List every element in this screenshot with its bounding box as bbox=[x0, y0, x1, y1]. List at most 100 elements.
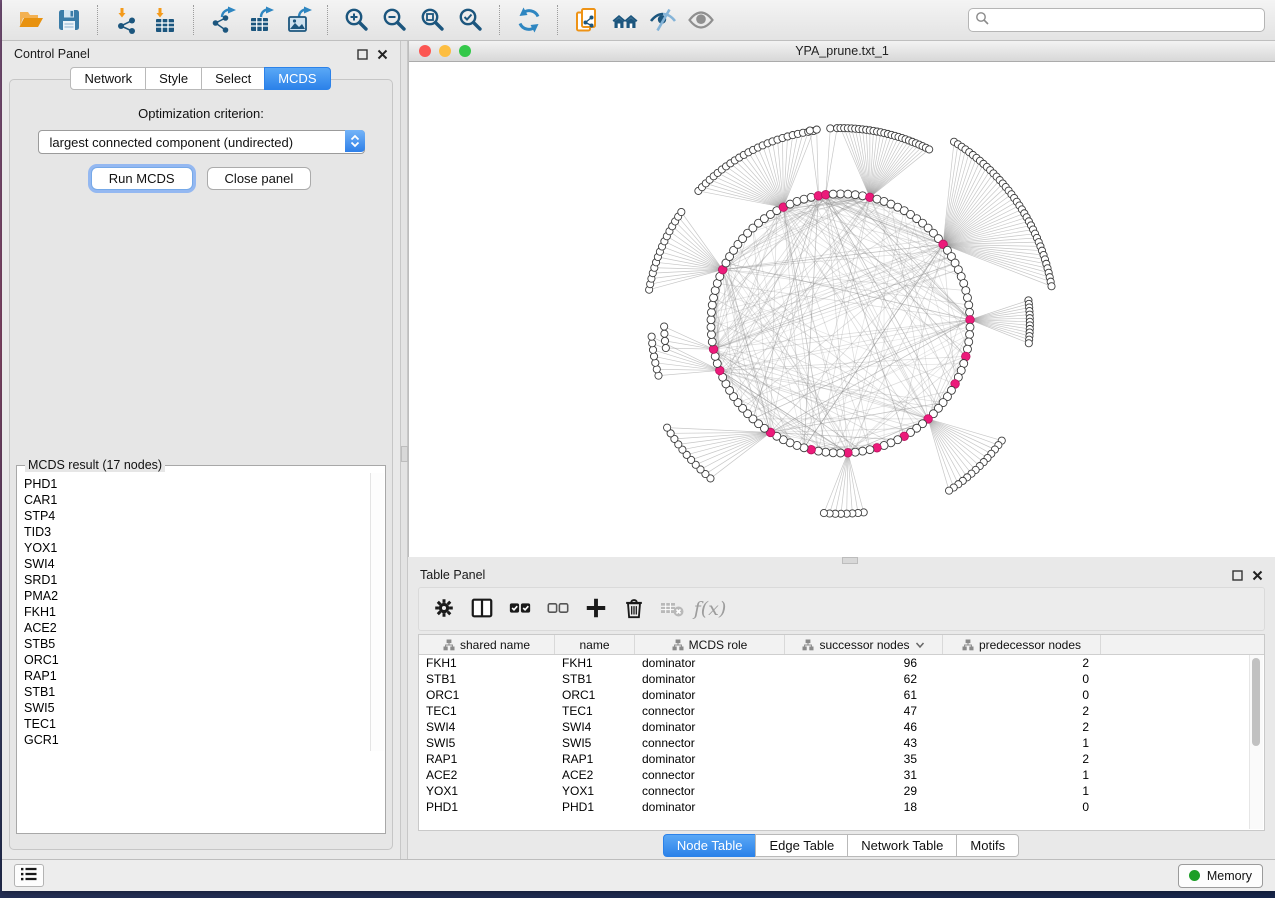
table-cell: 2 bbox=[943, 655, 1101, 671]
zoom-selected-button[interactable] bbox=[454, 4, 488, 36]
table-row[interactable]: SWI4SWI4dominator462 bbox=[419, 719, 1264, 735]
mcds-result-list: PHD1CAR1STP4TID3YOX1SWI4SRD1PMA2FKH1ACE2… bbox=[18, 473, 370, 751]
export-image-button[interactable] bbox=[282, 4, 316, 36]
table-cell: RAP1 bbox=[419, 751, 555, 767]
tab-network[interactable]: Network bbox=[70, 67, 146, 90]
add-row-button[interactable] bbox=[581, 594, 611, 624]
mcds-result-item[interactable]: PMA2 bbox=[24, 588, 364, 604]
table-row[interactable]: RAP1RAP1dominator352 bbox=[419, 751, 1264, 767]
mcds-result-item[interactable]: RAP1 bbox=[24, 668, 364, 684]
memory-label: Memory bbox=[1207, 869, 1252, 883]
window-minimize-button[interactable] bbox=[439, 45, 451, 57]
mcds-result-item[interactable]: TID3 bbox=[24, 524, 364, 540]
delete-rows-button[interactable] bbox=[619, 594, 649, 624]
float-panel-button[interactable] bbox=[357, 49, 368, 60]
table-cell: 31 bbox=[785, 767, 943, 783]
splitter-grip[interactable] bbox=[842, 557, 858, 564]
mcds-result-item[interactable]: FKH1 bbox=[24, 604, 364, 620]
mcds-result-item[interactable]: SWI5 bbox=[24, 700, 364, 716]
table-scrollbar[interactable] bbox=[1249, 655, 1263, 829]
table-row[interactable]: ORC1ORC1dominator610 bbox=[419, 687, 1264, 703]
memory-button[interactable]: Memory bbox=[1178, 864, 1263, 888]
splitter-grip[interactable] bbox=[401, 446, 408, 462]
tab-node-table[interactable]: Node Table bbox=[663, 834, 757, 857]
close-panel-button[interactable]: Close panel bbox=[207, 167, 312, 190]
tab-mcds[interactable]: MCDS bbox=[264, 67, 330, 90]
zoom-out-button[interactable] bbox=[378, 4, 412, 36]
hide-selected-button[interactable] bbox=[646, 4, 680, 36]
table-cell: FKH1 bbox=[419, 655, 555, 671]
table-cell: 0 bbox=[943, 687, 1101, 703]
table-row[interactable]: YOX1YOX1connector291 bbox=[419, 783, 1264, 799]
export-table-button[interactable] bbox=[244, 4, 278, 36]
float-table-panel-button[interactable] bbox=[1232, 570, 1243, 581]
open-session-button[interactable] bbox=[14, 4, 48, 36]
table-cell: ACE2 bbox=[555, 767, 635, 783]
table-row[interactable]: FKH1FKH1dominator962 bbox=[419, 655, 1264, 671]
table-row[interactable]: ACE2ACE2connector311 bbox=[419, 767, 1264, 783]
mcds-result-scrollbar[interactable] bbox=[370, 473, 384, 751]
mcds-result-item[interactable]: GCR1 bbox=[24, 732, 364, 748]
deselect-all-button[interactable] bbox=[543, 594, 573, 624]
task-history-button[interactable] bbox=[14, 864, 44, 887]
mcds-result-item[interactable]: CAR1 bbox=[24, 492, 364, 508]
table-cell: 29 bbox=[785, 783, 943, 799]
tab-edge-table[interactable]: Edge Table bbox=[755, 834, 848, 857]
search-input[interactable] bbox=[994, 12, 1258, 28]
column-header-successor-nodes[interactable]: successor nodes bbox=[785, 635, 943, 654]
table-settings-button[interactable] bbox=[429, 594, 459, 624]
tab-style[interactable]: Style bbox=[145, 67, 202, 90]
import-table-button[interactable] bbox=[148, 4, 182, 36]
table-row[interactable]: STB1STB1dominator620 bbox=[419, 671, 1264, 687]
column-header-shared-name[interactable]: shared name bbox=[419, 635, 555, 654]
clear-table-button[interactable] bbox=[657, 594, 687, 624]
close-panel-icon-button[interactable] bbox=[377, 49, 388, 60]
window-zoom-button[interactable] bbox=[459, 45, 471, 57]
refresh-button[interactable] bbox=[512, 4, 546, 36]
import-network-button[interactable] bbox=[110, 4, 144, 36]
save-session-button[interactable] bbox=[52, 4, 86, 36]
table-scrollbar-thumb[interactable] bbox=[1252, 658, 1260, 746]
export-network-button[interactable] bbox=[206, 4, 240, 36]
mcds-result-item[interactable]: YOX1 bbox=[24, 540, 364, 556]
column-header-mcds-role[interactable]: MCDS role bbox=[635, 635, 785, 654]
vertical-splitter[interactable] bbox=[400, 41, 408, 859]
mcds-result-item[interactable]: TEC1 bbox=[24, 716, 364, 732]
tab-select[interactable]: Select bbox=[201, 67, 265, 90]
select-all-button[interactable] bbox=[505, 594, 535, 624]
horizontal-splitter[interactable] bbox=[408, 557, 1275, 563]
table-cell: SWI4 bbox=[419, 719, 555, 735]
zoom-fit-button[interactable] bbox=[416, 4, 450, 36]
optimization-criterion-select[interactable]: largest connected component (undirected) bbox=[38, 130, 365, 154]
tab-motifs[interactable]: Motifs bbox=[956, 834, 1019, 857]
network-canvas[interactable] bbox=[409, 62, 1275, 557]
show-selected-button[interactable] bbox=[684, 4, 718, 36]
run-mcds-button[interactable]: Run MCDS bbox=[91, 167, 193, 190]
network-from-document-button[interactable] bbox=[570, 4, 604, 36]
table-cell: PHD1 bbox=[555, 799, 635, 815]
close-table-panel-button[interactable] bbox=[1252, 570, 1263, 581]
mcds-result-item[interactable]: ORC1 bbox=[24, 652, 364, 668]
table-row[interactable]: PHD1PHD1dominator180 bbox=[419, 799, 1264, 815]
mcds-result-item[interactable]: SWI4 bbox=[24, 556, 364, 572]
table-row[interactable]: SWI5SWI5connector431 bbox=[419, 735, 1264, 751]
table-row[interactable]: TEC1TEC1connector472 bbox=[419, 703, 1264, 719]
table-cell: 61 bbox=[785, 687, 943, 703]
mcds-result-item[interactable]: STB5 bbox=[24, 636, 364, 652]
select-all-icon bbox=[508, 596, 532, 623]
tab-network-table[interactable]: Network Table bbox=[847, 834, 957, 857]
column-header-name[interactable]: name bbox=[555, 635, 635, 654]
function-builder-button[interactable]: f(x) bbox=[695, 594, 725, 624]
mcds-result-item[interactable]: STP4 bbox=[24, 508, 364, 524]
mcds-result-item[interactable]: STB1 bbox=[24, 684, 364, 700]
mcds-result-item[interactable]: PHD1 bbox=[24, 476, 364, 492]
zoom-in-button[interactable] bbox=[340, 4, 374, 36]
mcds-result-item[interactable]: ACE2 bbox=[24, 620, 364, 636]
window-close-button[interactable] bbox=[419, 45, 431, 57]
show-columns-button[interactable] bbox=[467, 594, 497, 624]
trash-icon bbox=[622, 596, 646, 623]
column-header-predecessor-nodes[interactable]: predecessor nodes bbox=[943, 635, 1101, 654]
network-document-icon bbox=[573, 6, 601, 34]
home-networks-button[interactable] bbox=[608, 4, 642, 36]
mcds-result-item[interactable]: SRD1 bbox=[24, 572, 364, 588]
